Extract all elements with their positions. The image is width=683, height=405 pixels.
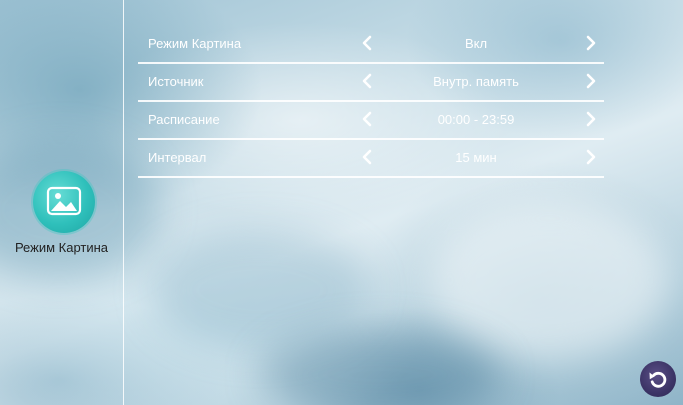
setting-row-interval[interactable]: Интервал 15 мин (138, 140, 604, 178)
undo-icon (649, 371, 667, 388)
setting-value: Внутр. память (433, 74, 519, 89)
background-brush (430, 200, 670, 360)
setting-label: Расписание (148, 112, 220, 127)
chevron-left-icon[interactable] (360, 33, 374, 53)
chevron-left-icon[interactable] (360, 147, 374, 167)
setting-label: Режим Картина (148, 36, 242, 51)
setting-row-schedule[interactable]: Расписание 00:00 - 23:59 (138, 102, 604, 140)
picture-icon (46, 186, 82, 216)
chevron-right-icon[interactable] (584, 71, 598, 91)
background-brush (260, 330, 500, 405)
chevron-left-icon[interactable] (360, 109, 374, 129)
setting-label: Источник (148, 74, 204, 89)
setting-row-source[interactable]: Источник Внутр. память (138, 64, 604, 102)
chevron-right-icon[interactable] (584, 109, 598, 129)
setting-row-picture-mode[interactable]: Режим Картина Вкл (138, 26, 604, 64)
background-brush (150, 230, 370, 350)
back-button[interactable] (640, 361, 676, 397)
picture-mode-settings-screen: Режим Картина Режим Картина Вкл Источник… (0, 0, 683, 405)
setting-value: 15 мин (455, 150, 497, 165)
picture-mode-app-icon[interactable] (33, 171, 95, 233)
chevron-right-icon[interactable] (584, 147, 598, 167)
chevron-left-icon[interactable] (360, 71, 374, 91)
app-label: Режим Картина (14, 240, 109, 255)
sidebar: Режим Картина (0, 0, 124, 405)
settings-menu: Режим Картина Вкл Источник Внутр. память… (138, 26, 604, 178)
setting-value: Вкл (464, 36, 488, 51)
setting-value: 00:00 - 23:59 (437, 112, 515, 127)
setting-label: Интервал (148, 150, 207, 165)
chevron-right-icon[interactable] (584, 33, 598, 53)
